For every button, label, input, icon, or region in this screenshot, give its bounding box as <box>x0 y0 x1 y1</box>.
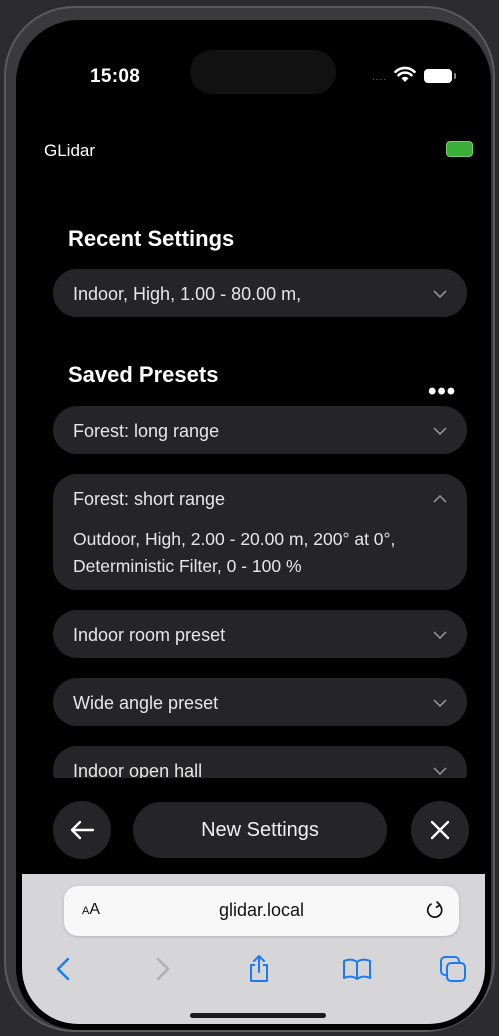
chevron-down-icon <box>433 767 447 776</box>
recent-settings-dropdown[interactable]: Indoor, High, 1.00 - 80.00 m, <box>53 269 467 317</box>
app-title: GLidar <box>44 141 96 160</box>
tabs-icon[interactable] <box>438 954 468 984</box>
browser-toolbar: AA glidar.local <box>22 874 485 1024</box>
chevron-down-icon <box>433 290 447 299</box>
chevron-up-icon <box>433 494 447 503</box>
preset-label: Wide angle preset <box>73 693 219 713</box>
device-frame: 15:08 .... GLidar Recent Settings Indoor… <box>4 6 495 1032</box>
chevron-down-icon <box>433 427 447 436</box>
preset-label: Indoor room preset <box>73 625 226 645</box>
close-button[interactable] <box>411 801 469 859</box>
preset-item-expanded[interactable]: Forest: short range Outdoor, High, 2.00 … <box>53 474 467 590</box>
chevron-down-icon <box>433 699 447 708</box>
preset-item[interactable]: Forest: long range <box>53 406 467 454</box>
recent-settings-value: Indoor, High, 1.00 - 80.00 m, <box>73 284 302 304</box>
back-button[interactable] <box>53 801 111 859</box>
wifi-icon <box>394 66 416 88</box>
preset-item[interactable]: Indoor open hall <box>53 746 467 778</box>
new-settings-button[interactable]: New Settings <box>133 802 387 858</box>
url-text: glidar.local <box>218 900 305 920</box>
forward-icon[interactable] <box>148 954 178 984</box>
close-icon <box>430 820 450 840</box>
device-bezel: 15:08 .... GLidar Recent Settings Indoor… <box>16 20 491 1030</box>
saved-presets-heading: Saved Presets <box>68 362 219 387</box>
preset-label: Forest: short range <box>73 489 226 509</box>
home-indicator <box>190 1013 326 1018</box>
preset-item[interactable]: Indoor room preset <box>53 610 467 658</box>
preset-detail: Outdoor, High, 2.00 - 20.00 m, 200° at 0… <box>73 529 396 576</box>
dynamic-island <box>190 50 336 94</box>
recent-settings-heading: Recent Settings <box>68 226 235 251</box>
reload-icon[interactable] <box>425 899 445 926</box>
share-icon[interactable] <box>244 954 274 984</box>
preset-item[interactable]: Wide angle preset <box>53 678 467 726</box>
screen: 15:08 .... GLidar Recent Settings Indoor… <box>22 26 485 1024</box>
back-icon[interactable] <box>48 954 78 984</box>
status-time: 15:08 <box>90 66 141 87</box>
preset-label: Indoor open hall <box>73 761 203 778</box>
presets-list: Forest: long range Forest: short range O… <box>22 406 485 778</box>
more-options-icon[interactable]: ••• <box>428 378 456 406</box>
arrow-left-icon <box>70 820 95 840</box>
address-bar[interactable]: AA glidar.local <box>64 886 459 936</box>
signal-dots: .... <box>372 72 388 83</box>
battery-icon <box>424 69 456 83</box>
connection-status-indicator <box>446 141 473 157</box>
chevron-down-icon <box>433 631 447 640</box>
preset-label: Forest: long range <box>73 421 220 441</box>
bookmarks-icon[interactable] <box>342 954 372 984</box>
